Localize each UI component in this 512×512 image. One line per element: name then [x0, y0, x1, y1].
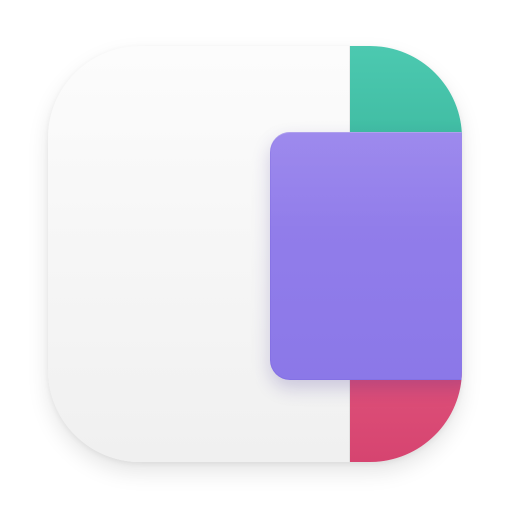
- purple-card: [270, 132, 462, 380]
- app-icon[interactable]: [48, 46, 462, 462]
- stage: [0, 0, 512, 512]
- purple-card-highlight: [270, 132, 462, 380]
